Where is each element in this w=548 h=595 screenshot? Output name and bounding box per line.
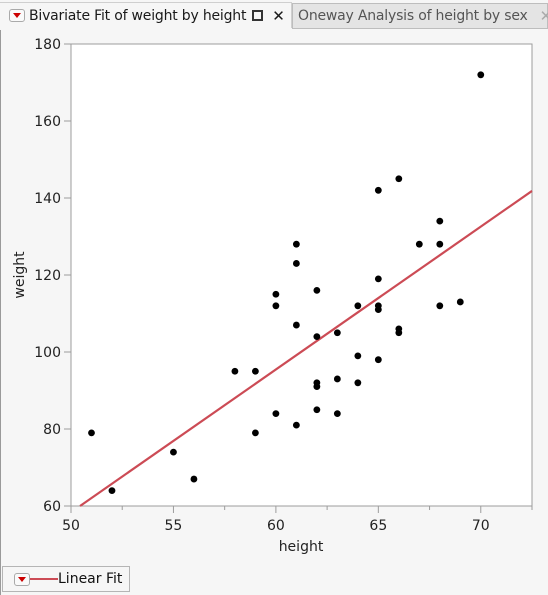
- legend-label: Linear Fit: [58, 571, 123, 587]
- tab-bivariate-fit[interactable]: Bivariate Fit of weight by height ✕: [0, 2, 292, 28]
- legend-line-swatch: [30, 578, 58, 580]
- x-tick-label: 70: [472, 518, 490, 534]
- close-icon[interactable]: ✕: [540, 7, 548, 25]
- y-tick-label: 120: [34, 268, 61, 284]
- x-tick-label: 50: [62, 518, 80, 534]
- y-tick-label: 60: [43, 499, 61, 515]
- data-point: [354, 352, 362, 360]
- data-point: [252, 429, 259, 437]
- data-point: [374, 306, 382, 314]
- data-point: [252, 367, 259, 375]
- x-tick-label: 55: [165, 518, 183, 534]
- data-point: [374, 186, 382, 194]
- tab-label: Oneway Analysis of height by sex: [298, 8, 528, 24]
- data-point: [354, 302, 362, 310]
- scatter-plot: 60 80 100 120 140 160 180 50 55 60 65 70 height wei…: [12, 37, 533, 555]
- y-tick-label: 80: [43, 422, 61, 438]
- data-point: [333, 375, 341, 383]
- data-point: [313, 287, 321, 294]
- x-tick-label: 60: [267, 518, 285, 534]
- red-triangle-menu-icon[interactable]: [9, 9, 25, 22]
- close-icon[interactable]: ✕: [272, 7, 285, 25]
- data-point: [456, 298, 464, 306]
- data-point: [395, 175, 403, 183]
- data-point: [313, 383, 321, 391]
- data-point: [354, 379, 362, 387]
- tab-bar: Bivariate Fit of weight by height ✕ Onew…: [0, 0, 548, 30]
- plot-frame: [70, 43, 533, 507]
- y-tick-label: 180: [34, 37, 61, 53]
- y-tick-label: 100: [34, 345, 61, 361]
- data-point: [436, 240, 444, 248]
- x-tick-label: 65: [369, 518, 387, 534]
- tab-label: Bivariate Fit of weight by height: [29, 7, 247, 24]
- tab-oneway-analysis[interactable]: Oneway Analysis of height by sex ✕: [292, 3, 548, 29]
- data-point: [170, 448, 177, 456]
- data-point: [374, 356, 382, 364]
- data-point: [333, 410, 341, 417]
- data-point: [313, 406, 321, 414]
- y-tick-label: 140: [34, 191, 61, 207]
- data-point: [436, 302, 444, 310]
- data-point: [333, 329, 341, 337]
- x-axis-label: height: [279, 539, 324, 555]
- linear-fit-legend[interactable]: Linear Fit: [2, 566, 130, 592]
- red-triangle-menu-icon[interactable]: [14, 572, 30, 586]
- data-point: [436, 217, 444, 225]
- data-point: [292, 421, 300, 429]
- data-point: [272, 290, 280, 298]
- y-tick-label: 160: [34, 114, 61, 130]
- data-point: [272, 410, 280, 417]
- data-point: [292, 240, 300, 248]
- data-point: [272, 302, 280, 310]
- data-point: [292, 321, 300, 329]
- data-point: [108, 487, 116, 494]
- y-axis-label: weight: [12, 251, 28, 299]
- data-point: [374, 275, 382, 283]
- maximize-icon[interactable]: [252, 10, 264, 21]
- data-point: [231, 367, 239, 375]
- data-point: [415, 240, 423, 248]
- data-point: [313, 333, 321, 340]
- data-point: [190, 475, 198, 483]
- data-point: [88, 429, 95, 437]
- data-point: [395, 329, 403, 337]
- data-point: [477, 71, 485, 79]
- data-point: [292, 260, 300, 267]
